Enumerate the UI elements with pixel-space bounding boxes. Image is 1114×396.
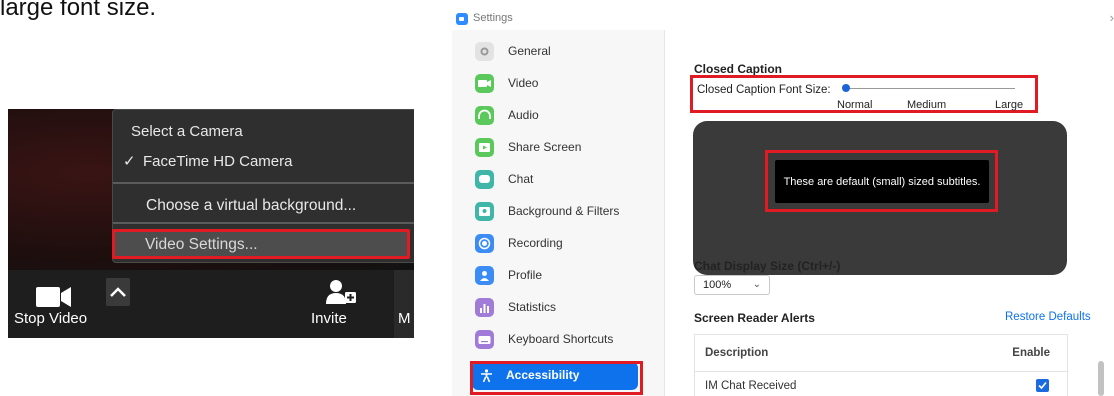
meeting-toolbar: Stop Video Invite M: [8, 270, 414, 338]
size-option-large: Large: [995, 99, 1024, 111]
column-header-enable: Enable: [1012, 347, 1050, 359]
chat-display-size-value: 100%: [703, 279, 732, 291]
caption-preview: These are default (small) sized subtitle…: [693, 121, 1067, 275]
camera-option[interactable]: ✓ FaceTime HD Camera: [123, 152, 292, 170]
chevron-right-icon[interactable]: ›: [1110, 10, 1114, 25]
im-chat-enable-checkbox[interactable]: [1036, 379, 1049, 392]
profile-icon: [475, 266, 494, 285]
chat-display-size-select[interactable]: 100% ⌄: [694, 275, 770, 295]
sidebar-item-chat[interactable]: Chat: [470, 166, 644, 194]
zoom-app-icon: [456, 13, 468, 25]
checkmark-icon: ✓: [123, 153, 136, 170]
chat-bubble-icon: [475, 170, 494, 189]
sidebar-item-video[interactable]: Video: [470, 70, 644, 98]
settings-window: Settings › General Video Audio Share Screen…: [452, 8, 1114, 396]
sidebar-item-audio[interactable]: Audio: [470, 102, 644, 130]
column-header-description: Description: [705, 347, 769, 359]
video-settings-option[interactable]: Video Settings...: [112, 229, 410, 259]
sidebar-item-label: Chat: [508, 172, 534, 186]
sidebar-item-label: Statistics: [508, 300, 557, 314]
scrollbar[interactable]: [1098, 361, 1104, 396]
closed-caption-title: Closed Caption: [694, 62, 783, 76]
share-screen-icon: [475, 138, 494, 157]
sidebar-item-label: Audio: [508, 108, 539, 122]
chevron-down-icon: ⌄: [752, 279, 761, 290]
size-option-normal: Normal: [837, 99, 873, 111]
sidebar-item-recording[interactable]: Recording: [470, 230, 644, 258]
background-person-icon: [475, 202, 494, 221]
invite-button[interactable]: Invite: [311, 310, 347, 327]
camera-menu-heading: Select a Camera: [131, 123, 243, 140]
menu-divider: [113, 222, 414, 224]
font-size-slider-thumb[interactable]: [842, 84, 850, 92]
sidebar-item-label: Video: [508, 76, 539, 90]
video-camera-icon: [475, 74, 494, 93]
video-settings-label: Video Settings...: [145, 236, 258, 253]
gear-icon: [475, 42, 494, 61]
chevron-up-icon: [110, 287, 126, 297]
add-person-icon[interactable]: [326, 279, 356, 310]
video-camera-icon[interactable]: [36, 287, 72, 312]
headphones-icon: [475, 106, 494, 125]
sidebar-item-label: Recording: [508, 236, 563, 250]
sidebar-item-label: Share Screen: [508, 140, 582, 154]
sidebar-item-background-filters[interactable]: Background & Filters: [470, 198, 644, 226]
cutoff-toolbar-button[interactable]: M: [398, 310, 411, 327]
font-size-slider-track[interactable]: [845, 88, 1015, 89]
font-size-setting: Closed Caption Font Size: Normal Medium …: [690, 75, 1038, 113]
accessibility-highlight-outline: [470, 361, 643, 395]
table-row-label: IM Chat Received: [705, 380, 797, 392]
menu-divider: [113, 182, 414, 184]
sidebar-item-label: Profile: [508, 268, 543, 282]
record-icon: [475, 234, 494, 253]
title-bar: Settings ›: [452, 8, 1114, 30]
keyboard-icon: [475, 330, 494, 349]
toolbar-divider: [394, 270, 414, 338]
settings-content: Closed Caption Closed Caption Font Size:…: [665, 30, 1114, 396]
table-divider: [695, 371, 1067, 372]
screen-reader-alerts-title: Screen Reader Alerts: [694, 311, 815, 325]
alerts-table: Description Enable IM Chat Received: [694, 334, 1068, 396]
sidebar-item-statistics[interactable]: Statistics: [470, 294, 644, 322]
window-title: Settings: [473, 12, 513, 24]
subtitle-preview-text: These are default (small) sized subtitle…: [775, 160, 989, 203]
virtual-background-option[interactable]: Choose a virtual background...: [146, 197, 356, 215]
statistics-icon: [475, 298, 494, 317]
sidebar-item-general[interactable]: General: [470, 38, 644, 66]
sidebar-item-share-screen[interactable]: Share Screen: [470, 134, 644, 162]
camera-option-label: FaceTime HD Camera: [143, 153, 293, 170]
size-option-medium: Medium: [907, 99, 947, 111]
stop-video-button[interactable]: Stop Video: [14, 310, 87, 327]
checkmark-icon: [1038, 381, 1047, 390]
font-size-label: Closed Caption Font Size:: [697, 84, 831, 96]
video-options-caret[interactable]: [106, 278, 130, 306]
sidebar-item-keyboard-shortcuts[interactable]: Keyboard Shortcuts: [470, 326, 644, 354]
restore-defaults-link[interactable]: Restore Defaults: [1005, 311, 1091, 323]
chat-display-title: Chat Display Size (Ctrl+/-): [694, 259, 841, 273]
zoom-video-screenshot: Select a Camera ✓ FaceTime HD Camera Choo…: [8, 109, 414, 338]
sidebar-item-label: Background & Filters: [508, 204, 620, 218]
settings-sidebar: General Video Audio Share Screen Chat Backgro…: [452, 30, 665, 396]
sidebar-item-label: Keyboard Shortcuts: [508, 332, 614, 346]
sidebar-item-label: General: [508, 44, 551, 58]
top-caption: large font size.: [0, 0, 157, 21]
sidebar-item-profile[interactable]: Profile: [470, 262, 644, 290]
